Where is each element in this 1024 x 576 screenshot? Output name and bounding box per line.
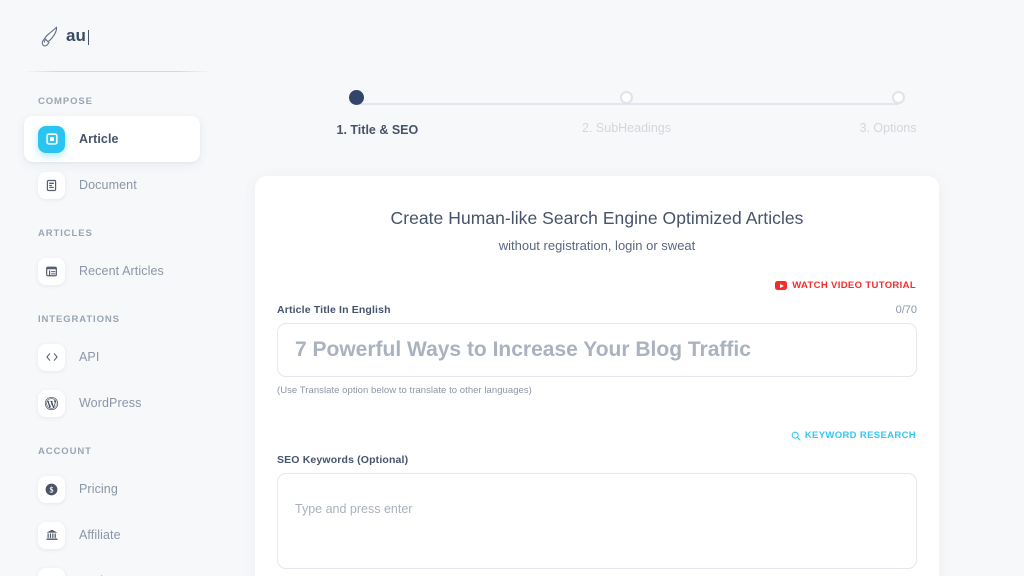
keyword-research-label: KEYWORD RESEARCH [804, 430, 916, 441]
page-title: Create Human-like Search Engine Optimize… [390, 208, 804, 228]
document-icon [38, 171, 65, 199]
nav-section-articles: ARTICLES [38, 228, 93, 239]
step-label: 3. Options [859, 121, 917, 135]
seo-keywords-label: SEO Keywords (Optional) [277, 454, 409, 466]
sidebar-item-label: Document [79, 178, 137, 192]
sidebar-item-document[interactable]: Document [24, 162, 200, 208]
step-label: 1. Title & SEO [336, 123, 419, 137]
sidebar-item-api[interactable]: API [24, 334, 200, 380]
sidebar-item-recent-articles[interactable]: Recent Articles [24, 248, 200, 294]
watch-video-tutorial-label: WATCH VIDEO TUTORIAL [792, 280, 916, 291]
sidebar-item-label: Article [79, 132, 119, 146]
step-dot-icon [620, 91, 633, 104]
nav-section-compose: COMPOSE [38, 96, 93, 107]
article-form-card: Create Human-like Search Engine Optimize… [255, 176, 939, 576]
keyword-research-link-row: KEYWORD RESEARCH [277, 430, 917, 441]
brand-name: au [66, 26, 90, 46]
sidebar-item-pricing[interactable]: $ Pricing [24, 466, 200, 512]
dollar-circle-icon: $ [38, 475, 65, 503]
bank-building-icon [38, 521, 65, 549]
page-subtitle: without registration, login or sweat [498, 238, 696, 253]
sidebar-item-wordpress[interactable]: WordPress [24, 380, 200, 426]
step-dot-icon [348, 90, 364, 105]
sidebar-item-label: Pricing [79, 482, 118, 496]
stepper-steps: 1. Title & SEO 2. SubHeadings 3. Options [336, 90, 917, 137]
step-dot-icon [891, 91, 905, 104]
main-content: 1. Title & SEO 2. SubHeadings 3. Options… [229, 0, 1024, 576]
sidebar-item-label: Recent Articles [79, 264, 164, 278]
brand-logo[interactable]: au [0, 0, 229, 72]
sidebar-item-affiliate[interactable]: Affiliate [24, 512, 200, 558]
brand-label: au [66, 26, 87, 45]
sidebar-nav: COMPOSE Article Document ARTICLES Recent… [0, 72, 229, 576]
step-options[interactable]: 3. Options [787, 91, 917, 137]
seo-keywords-input[interactable] [277, 473, 917, 569]
article-title-counter: 0/70 [895, 304, 917, 316]
sidebar-item-login[interactable]: Login [24, 558, 200, 576]
sidebar-item-article[interactable]: Article [24, 116, 200, 162]
watch-video-tutorial-button[interactable]: WATCH VIDEO TUTORIAL [775, 280, 916, 291]
youtube-play-icon [775, 281, 788, 290]
sidebar-item-label: Affiliate [79, 528, 121, 542]
nav-section-integrations: INTEGRATIONS [38, 314, 120, 325]
text-cursor [88, 29, 90, 45]
sidebar: au COMPOSE Article Document ARTICLES Rec… [0, 0, 229, 576]
step-label: 2. SubHeadings [582, 121, 671, 135]
sidebar-item-label: API [79, 350, 100, 364]
quill-pen-icon [38, 24, 60, 48]
search-icon [791, 431, 801, 441]
layout-grid-icon [38, 257, 65, 285]
seo-keywords-field-header: SEO Keywords (Optional) [277, 454, 917, 466]
form-body: WATCH VIDEO TUTORIAL Article Title In En… [267, 280, 927, 574]
article-square-icon [38, 125, 65, 153]
article-title-label: Article Title In English [277, 304, 391, 316]
tutorial-link-row: WATCH VIDEO TUTORIAL [277, 280, 917, 291]
article-title-hint: (Use Translate option below to translate… [277, 385, 532, 396]
wizard-stepper: 1. Title & SEO 2. SubHeadings 3. Options [337, 0, 917, 137]
keyword-research-button[interactable]: KEYWORD RESEARCH [791, 430, 916, 441]
app-root: au COMPOSE Article Document ARTICLES Rec… [0, 0, 1024, 576]
article-title-field-header: Article Title In English 0/70 [277, 304, 917, 316]
article-title-input[interactable] [277, 323, 917, 377]
step-subheadings[interactable]: 2. SubHeadings [562, 91, 692, 137]
step-title-seo[interactable]: 1. Title & SEO [336, 90, 467, 137]
code-brackets-icon [38, 343, 65, 371]
nav-section-account: ACCOUNT [38, 446, 92, 457]
sidebar-item-label: WordPress [79, 396, 142, 410]
key-icon [38, 567, 65, 576]
svg-text:$: $ [49, 485, 53, 494]
wordpress-icon [38, 389, 65, 417]
